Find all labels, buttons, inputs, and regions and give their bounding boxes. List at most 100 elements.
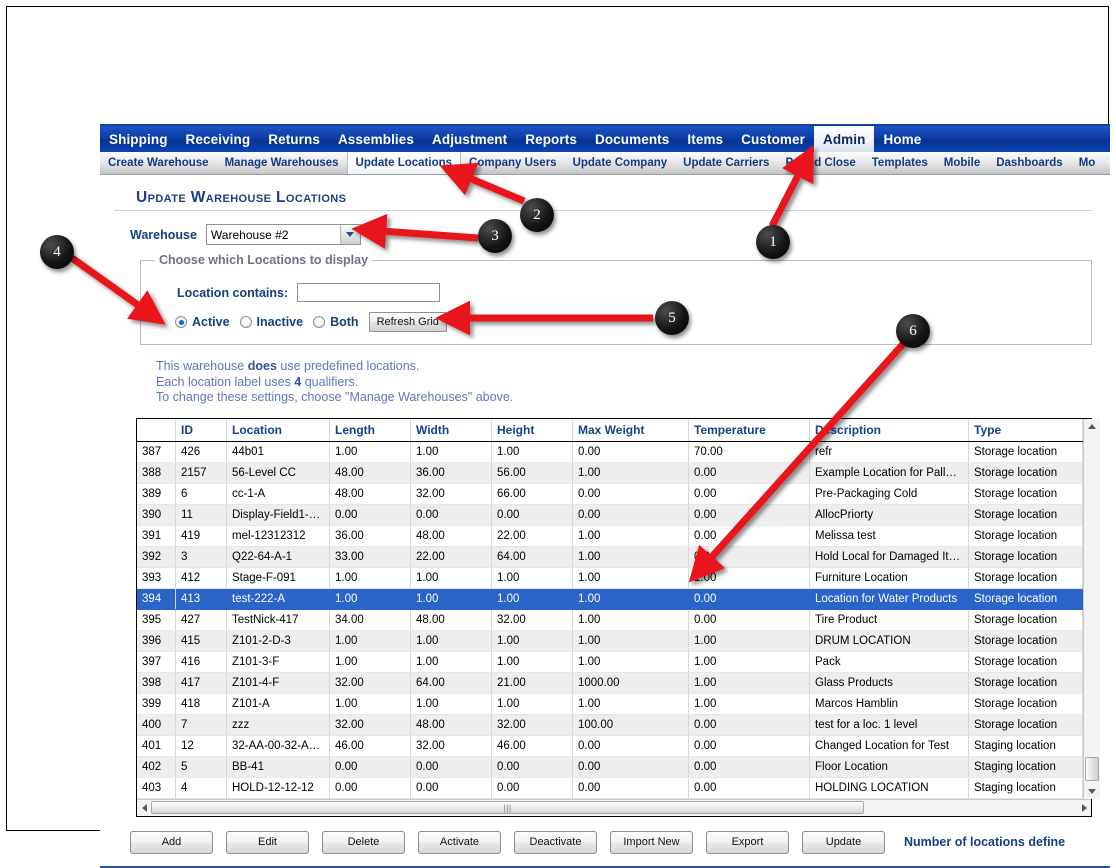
cell-length[interactable]: 48.00 (329, 462, 411, 484)
cell-type[interactable]: Storage location (968, 672, 1083, 694)
cell-height[interactable]: 1.00 (491, 630, 573, 652)
cell-num[interactable]: 392 (137, 546, 176, 568)
radio-option-active[interactable]: Active (175, 315, 230, 329)
cell-num[interactable]: 400 (137, 714, 176, 736)
cell-location[interactable]: mel-12312312 (226, 525, 330, 547)
grid-horizontal-scrollbar[interactable]: ||| (137, 798, 1091, 816)
cell-id[interactable]: 5 (175, 756, 227, 778)
scroll-right-icon[interactable] (1077, 804, 1091, 812)
nav-item-assemblies[interactable]: Assemblies (329, 126, 423, 152)
cell-type[interactable]: Storage location (968, 651, 1083, 673)
cell-width[interactable]: 1.00 (410, 630, 492, 652)
table-row[interactable]: 403 4 HOLD-12-12-12 0.00 0.00 0.00 0.00 0.00 HOL… (137, 777, 1083, 799)
cell-id[interactable]: 419 (175, 525, 227, 547)
cell-height[interactable]: 64.00 (491, 546, 573, 568)
subnav-item-dashboards[interactable]: Dashboards (988, 152, 1070, 174)
chevron-down-icon[interactable] (339, 225, 360, 244)
radio-both-indicator[interactable] (313, 316, 326, 328)
cell-description[interactable]: Hold Local for Damaged Ite… (809, 546, 969, 568)
cell-num[interactable]: 389 (137, 483, 176, 505)
radio-inactive-indicator[interactable] (239, 316, 252, 328)
subnav-item-update-company[interactable]: Update Company (565, 152, 676, 174)
hscroll-thumb[interactable]: ||| (151, 801, 864, 814)
cell-type[interactable]: Staging location (968, 777, 1083, 799)
cell-location[interactable]: BB-41 (226, 756, 330, 778)
cell-temperature[interactable]: 0.00 (688, 588, 810, 610)
hscroll-track[interactable]: ||| (151, 801, 1077, 814)
cell-type[interactable]: Storage location (968, 483, 1083, 505)
cell-id[interactable]: 416 (175, 651, 227, 673)
table-row[interactable]: 395 427 TestNick-417 34.00 48.00 32.00 1.00 0.0… (137, 609, 1083, 631)
subnav-item-more[interactable]: Mo (1071, 152, 1104, 174)
cell-width[interactable]: 32.00 (410, 483, 492, 505)
cell-max_weight[interactable]: 1.00 (572, 693, 689, 715)
table-row[interactable]: 388 2157 56-Level CC 48.00 36.00 56.00 1.00 0.0… (137, 462, 1083, 484)
table-row[interactable]: 400 7 zzz 32.00 48.00 32.00 100.00 0.00 test for… (137, 714, 1083, 736)
cell-width[interactable]: 48.00 (410, 525, 492, 547)
cell-num[interactable]: 403 (137, 777, 176, 799)
cell-id[interactable]: 12 (175, 735, 227, 757)
cell-max_weight[interactable]: 0.00 (572, 504, 689, 526)
cell-length[interactable]: 48.00 (329, 483, 411, 505)
scroll-left-icon[interactable] (137, 804, 151, 812)
cell-id[interactable]: 418 (175, 693, 227, 715)
cell-type[interactable]: Staging location (968, 756, 1083, 778)
cell-width[interactable]: 48.00 (410, 609, 492, 631)
table-row[interactable]: 392 3 Q22-64-A-1 33.00 22.00 64.00 1.00 0.00 Hol… (137, 546, 1083, 568)
cell-max_weight[interactable]: 0.00 (572, 441, 689, 463)
cell-max_weight[interactable]: 0.00 (572, 735, 689, 757)
nav-item-returns[interactable]: Returns (259, 126, 329, 152)
col-header-max-weight[interactable]: Max Weight (572, 418, 689, 442)
cell-description[interactable]: Furniture Location (809, 567, 969, 589)
activate-button[interactable]: Activate (418, 830, 501, 854)
cell-type[interactable]: Storage location (968, 609, 1083, 631)
scroll-down-icon[interactable] (1084, 783, 1100, 799)
subnav-item-update-carriers[interactable]: Update Carriers (675, 152, 777, 174)
nav-item-documents[interactable]: Documents (586, 126, 678, 152)
cell-num[interactable]: 402 (137, 756, 176, 778)
cell-height[interactable]: 22.00 (491, 525, 573, 547)
cell-description[interactable]: Glass Products (809, 672, 969, 694)
cell-max_weight[interactable]: 1000.00 (572, 672, 689, 694)
table-row[interactable]: 402 5 BB-41 0.00 0.00 0.00 0.00 0.00 Floor Locat… (137, 756, 1083, 778)
nav-item-admin[interactable]: Admin (813, 126, 875, 152)
cell-id[interactable]: 427 (175, 609, 227, 631)
cell-max_weight[interactable]: 1.00 (572, 609, 689, 631)
cell-width[interactable]: 1.00 (410, 441, 492, 463)
nav-item-shipping[interactable]: Shipping (100, 126, 177, 152)
cell-num[interactable]: 395 (137, 609, 176, 631)
col-header-rownum[interactable] (137, 418, 176, 442)
cell-id[interactable]: 3 (175, 546, 227, 568)
cell-type[interactable]: Storage location (968, 693, 1083, 715)
grid-vertical-scrollbar[interactable] (1083, 418, 1100, 799)
delete-button[interactable]: Delete (322, 830, 405, 854)
cell-num[interactable]: 401 (137, 735, 176, 757)
cell-max_weight[interactable]: 1.00 (572, 588, 689, 610)
cell-width[interactable]: 1.00 (410, 693, 492, 715)
cell-width[interactable]: 32.00 (410, 735, 492, 757)
radio-option-both[interactable]: Both (313, 315, 359, 329)
nav-item-home[interactable]: Home (874, 126, 930, 152)
cell-description[interactable]: Floor Location (809, 756, 969, 778)
table-row[interactable]: 398 417 Z101-4-F 32.00 64.00 21.00 1000.00 1.00… (137, 672, 1083, 694)
cell-width[interactable]: 0.00 (410, 756, 492, 778)
radio-option-inactive[interactable]: Inactive (239, 315, 303, 329)
subnav-item-mobile[interactable]: Mobile (936, 152, 988, 174)
cell-height[interactable]: 1.00 (491, 588, 573, 610)
col-header-id[interactable]: ID (175, 418, 227, 442)
cell-height[interactable]: 32.00 (491, 609, 573, 631)
cell-location[interactable]: 56-Level CC (226, 462, 330, 484)
cell-height[interactable]: 66.00 (491, 483, 573, 505)
cell-length[interactable]: 0.00 (329, 504, 411, 526)
cell-length[interactable]: 34.00 (329, 609, 411, 631)
cell-temperature[interactable]: 0.00 (688, 483, 810, 505)
cell-height[interactable]: 0.00 (491, 504, 573, 526)
scroll-up-icon[interactable] (1084, 418, 1100, 434)
warehouse-select[interactable]: Warehouse #2 (205, 224, 361, 245)
vscroll-thumb[interactable] (1085, 756, 1099, 781)
cell-temperature[interactable]: 0.00 (688, 609, 810, 631)
table-row[interactable]: 394 413 test-222-A 1.00 1.00 1.00 1.00 0.00 Loca… (137, 588, 1083, 610)
cell-location[interactable]: Q22-64-A-1 (226, 546, 330, 568)
cell-length[interactable]: 46.00 (329, 735, 411, 757)
cell-id[interactable]: 2157 (175, 462, 227, 484)
